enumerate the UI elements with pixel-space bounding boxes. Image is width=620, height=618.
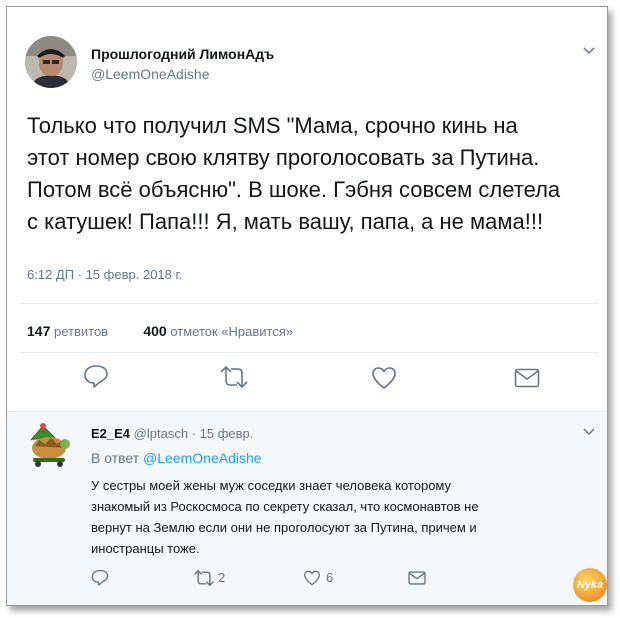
divider	[21, 303, 599, 304]
divider	[7, 411, 607, 412]
tweet-text: Только что получил SMS "Мама, срочно кин…	[27, 113, 561, 234]
message-icon[interactable]	[514, 368, 540, 393]
like-icon[interactable]	[303, 570, 321, 591]
reply-author-handle[interactable]: @lptasch	[134, 426, 188, 441]
in-reply-to: В ответ @LeemOneAdishe	[91, 450, 262, 466]
tweet-card: Прошлогодний ЛимонАдъ @LeemOneAdishe Тол…	[6, 6, 608, 606]
reply-author-name[interactable]: E2_E4	[91, 426, 130, 441]
like-icon[interactable]	[371, 366, 397, 395]
reply-retweets-count[interactable]: 2	[218, 570, 225, 585]
reply-author: E2_E4 @lptasch · 15 февр.	[91, 426, 253, 441]
avatar[interactable]	[25, 420, 73, 468]
retweet-icon[interactable]	[219, 365, 249, 393]
reply-icon[interactable]	[91, 569, 109, 591]
retweets-label[interactable]: ретвитов	[54, 324, 108, 339]
watermark-logo: Nyka	[573, 568, 607, 602]
tweet-stats: 147 ретвитов 400 отметок «Нравится»	[27, 323, 293, 339]
reply-date[interactable]: · 15 февр.	[192, 426, 254, 441]
tweet-timestamp[interactable]: 6:12 ДП · 15 февр. 2018 г.	[27, 267, 182, 282]
chevron-down-icon[interactable]	[583, 47, 595, 57]
reply-icon[interactable]	[83, 364, 109, 393]
chevron-down-icon[interactable]	[583, 428, 595, 438]
reply-likes-count[interactable]: 6	[326, 570, 333, 585]
divider	[21, 352, 599, 353]
retweet-icon[interactable]	[193, 569, 215, 591]
in-reply-prefix: В ответ	[91, 450, 140, 466]
avatar[interactable]	[25, 36, 77, 88]
author-name[interactable]: Прошлогодний ЛимонАдъ	[91, 46, 274, 62]
reply-text: У сестры моей жены муж соседки знает чел…	[91, 478, 479, 556]
retweets-count[interactable]: 147	[27, 323, 50, 339]
in-reply-handle-link[interactable]: @LeemOneAdishe	[143, 450, 262, 466]
likes-count[interactable]: 400	[143, 323, 166, 339]
likes-label[interactable]: отметок «Нравится»	[170, 324, 293, 339]
message-icon[interactable]	[408, 571, 426, 590]
author-handle[interactable]: @LeemOneAdishe	[91, 66, 210, 82]
